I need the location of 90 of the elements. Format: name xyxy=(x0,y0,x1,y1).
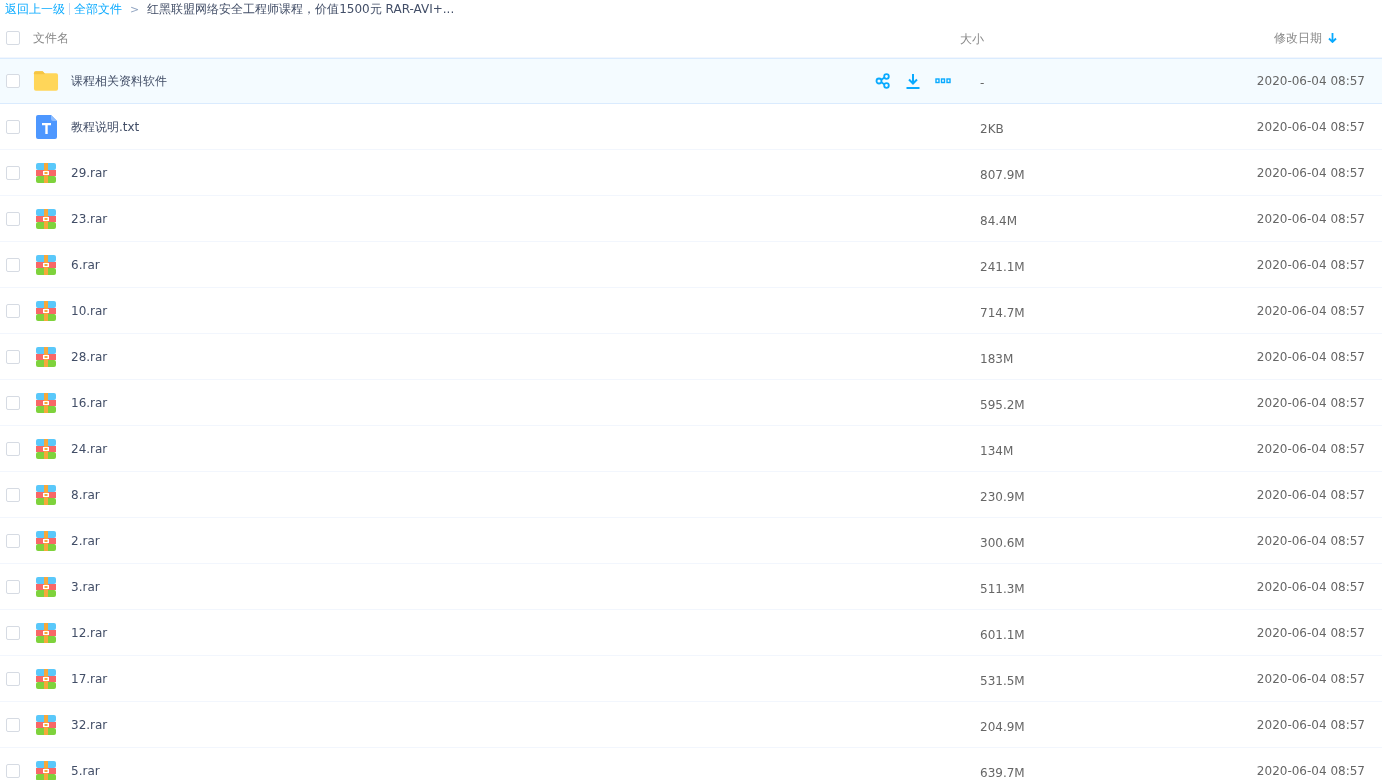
file-name[interactable]: 6.rar xyxy=(71,258,951,272)
select-all-checkbox[interactable] xyxy=(6,31,20,45)
file-size: 84.4M xyxy=(980,213,1018,228)
modified-date: 2020-06-04 08:57 xyxy=(1256,718,1365,732)
sort-arrow-icon[interactable] xyxy=(1328,33,1337,43)
download-icon[interactable] xyxy=(905,73,921,89)
row-checkbox[interactable] xyxy=(6,672,20,686)
row-checkbox[interactable] xyxy=(6,534,20,548)
file-size: 714.7M xyxy=(980,305,1025,320)
file-size: 204.9M xyxy=(980,719,1025,734)
file-name[interactable]: 2.rar xyxy=(71,534,951,548)
column-header[interactable]: 修改日期 xyxy=(1274,29,1322,47)
modified-date: 2020-06-04 08:57 xyxy=(1256,672,1365,686)
text-file-icon xyxy=(35,115,57,139)
archive-icon xyxy=(36,163,56,183)
file-size: 230.9M xyxy=(980,489,1025,504)
modified-date: 2020-06-04 08:57 xyxy=(1256,764,1365,778)
archive-icon xyxy=(36,531,56,551)
file-size: 639.7M xyxy=(980,765,1025,780)
file-size: 183M xyxy=(980,351,1014,366)
file-size: - xyxy=(980,75,985,90)
archive-icon xyxy=(36,485,56,505)
file-size: 807.9M xyxy=(980,167,1025,182)
archive-icon xyxy=(36,301,56,321)
modified-date: 2020-06-04 08:57 xyxy=(1256,626,1365,640)
file-size: 595.2M xyxy=(980,397,1025,412)
file-name[interactable]: 28.rar xyxy=(71,350,951,364)
file-size: 601.1M xyxy=(980,627,1025,642)
file-name[interactable]: 12.rar xyxy=(71,626,951,640)
file-name[interactable]: 课程相关资料软件 xyxy=(71,72,861,90)
file-name[interactable]: 16.rar xyxy=(71,396,951,410)
modified-date: 2020-06-04 08:57 xyxy=(1256,350,1365,364)
file-name[interactable]: 5.rar xyxy=(71,764,951,778)
row-checkbox[interactable] xyxy=(6,626,20,640)
row-checkbox[interactable] xyxy=(6,166,20,180)
file-name[interactable]: 10.rar xyxy=(71,304,951,318)
current-folder-title: 红黑联盟网络安全工程师课程，价值1500元 RAR-AVI+... xyxy=(147,0,455,18)
modified-date: 2020-06-04 08:57 xyxy=(1256,212,1365,226)
file-row-highlight[interactable]: 课程相关资料软件 - 2020-06-04 08:57 xyxy=(0,58,1382,104)
file-size: 511.3M xyxy=(980,581,1025,596)
modified-date: 2020-06-04 08:57 xyxy=(1256,120,1365,134)
row-checkbox[interactable] xyxy=(6,764,20,778)
file-name[interactable]: 教程说明.txt xyxy=(71,118,951,136)
row-checkbox[interactable] xyxy=(6,212,20,226)
row-checkbox[interactable] xyxy=(6,396,20,410)
row-checkbox[interactable] xyxy=(6,304,20,318)
share-icon[interactable] xyxy=(875,73,891,89)
file-size: 2KB xyxy=(980,121,1004,136)
file-name[interactable]: 17.rar xyxy=(71,672,951,686)
modified-date: 2020-06-04 08:57 xyxy=(1256,580,1365,594)
row-checkbox[interactable] xyxy=(6,442,20,456)
row-checkbox[interactable] xyxy=(6,350,20,364)
file-name[interactable]: 29.rar xyxy=(71,166,951,180)
row-checkbox[interactable] xyxy=(6,120,20,134)
archive-icon xyxy=(36,255,56,275)
row-checkbox[interactable] xyxy=(6,718,20,732)
row-checkbox[interactable] xyxy=(6,74,20,88)
archive-icon xyxy=(36,577,56,597)
modified-date: 2020-06-04 08:57 xyxy=(1256,74,1365,88)
file-size: 241.1M xyxy=(980,259,1025,274)
column-header[interactable]: 文件名 xyxy=(33,29,69,47)
row-checkbox[interactable] xyxy=(6,488,20,502)
file-name[interactable]: 3.rar xyxy=(71,580,951,594)
more-icon[interactable] xyxy=(935,78,951,84)
file-name[interactable]: 8.rar xyxy=(71,488,951,502)
file-name[interactable]: 32.rar xyxy=(71,718,951,732)
modified-date: 2020-06-04 08:57 xyxy=(1256,442,1365,456)
breadcrumb-separator: > xyxy=(130,2,140,16)
row-checkbox[interactable] xyxy=(6,258,20,272)
archive-icon xyxy=(36,715,56,735)
file-size: 531.5M xyxy=(980,673,1025,688)
archive-icon xyxy=(36,439,56,459)
file-name[interactable]: 23.rar xyxy=(71,212,951,226)
file-size: 134M xyxy=(980,443,1014,458)
archive-icon xyxy=(36,623,56,643)
folder-icon xyxy=(33,70,59,92)
file-size: 300.6M xyxy=(980,535,1025,550)
modified-date: 2020-06-04 08:57 xyxy=(1256,396,1365,410)
row-checkbox[interactable] xyxy=(6,580,20,594)
archive-icon xyxy=(36,209,56,229)
archive-icon xyxy=(36,393,56,413)
modified-date: 2020-06-04 08:57 xyxy=(1256,534,1365,548)
modified-date: 2020-06-04 08:57 xyxy=(1256,488,1365,502)
archive-icon xyxy=(36,669,56,689)
modified-date: 2020-06-04 08:57 xyxy=(1256,258,1365,272)
file-name[interactable]: 24.rar xyxy=(71,442,951,456)
modified-date: 2020-06-04 08:57 xyxy=(1256,304,1365,318)
archive-icon xyxy=(36,347,56,367)
column-header[interactable]: 大小 xyxy=(960,32,984,46)
modified-date: 2020-06-04 08:57 xyxy=(1256,166,1365,180)
